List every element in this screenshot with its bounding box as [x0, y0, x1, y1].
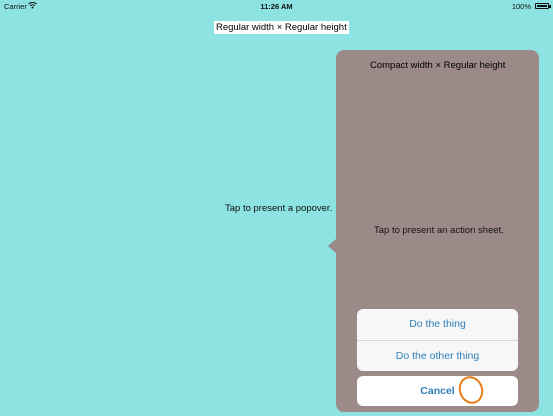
status-bar: Carrier 11:26 AM 100%	[0, 0, 553, 12]
battery-percent: 100%	[511, 2, 531, 11]
eworks-watermark-logo	[454, 372, 547, 408]
popover-arrow	[328, 239, 336, 253]
logo-swoosh	[454, 372, 488, 408]
do-the-other-thing-button[interactable]: Do the other thing	[357, 341, 518, 371]
action-sheet-trigger[interactable]: Tap to present an action sheet.	[374, 225, 504, 236]
popover-size-class-label: Compact width × Regular height	[370, 60, 506, 71]
battery-tip	[549, 5, 551, 8]
do-the-thing-button[interactable]: Do the thing	[357, 309, 518, 340]
popover-trigger[interactable]: Tap to present a popover.	[225, 203, 332, 214]
popover: Compact width × Regular height Tap to pr…	[336, 50, 539, 412]
action-sheet: Do the thing Do the other thing	[357, 309, 518, 371]
battery-icon	[535, 3, 549, 9]
clock: 11:26 AM	[260, 2, 293, 11]
main-size-class-label: Regular width × Regular height	[214, 21, 349, 34]
